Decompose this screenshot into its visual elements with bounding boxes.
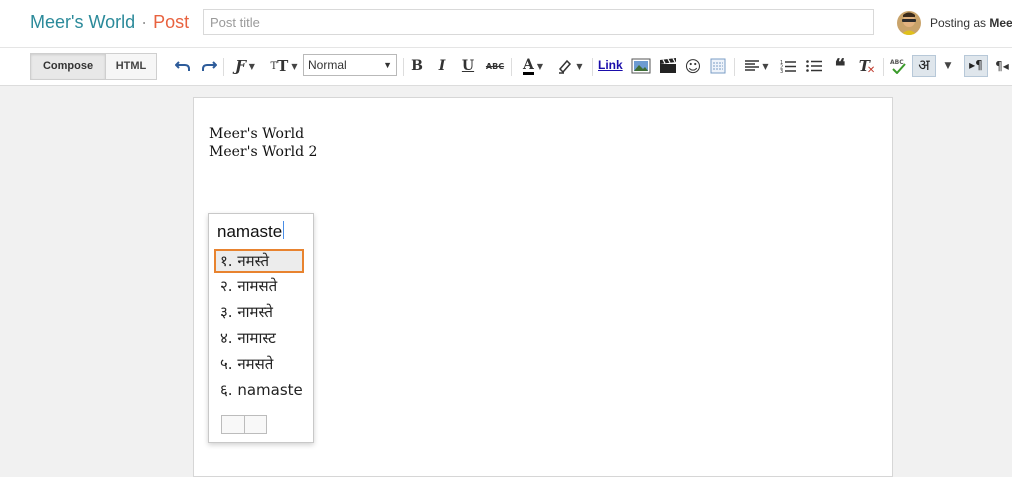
format-select-value: Normal <box>308 58 347 72</box>
link-button[interactable]: Link <box>598 58 623 72</box>
undo-icon[interactable] <box>174 56 192 76</box>
transliteration-popup: namaste १. नमस्ते २. नामसते ३. नामस्ते ४… <box>208 213 314 443</box>
italic-icon[interactable]: I <box>434 56 450 76</box>
bold-icon[interactable]: B <box>409 56 425 76</box>
text-color-icon[interactable]: A ▼ <box>517 56 549 76</box>
candidate-item[interactable]: ४. नामास्ट <box>214 327 304 351</box>
hindi-input-icon[interactable]: अ <box>912 55 936 77</box>
candidate-item[interactable]: ६. namaste <box>214 379 304 403</box>
editor-line[interactable]: Meer's World <box>209 126 304 142</box>
top-header: Meer's World ·Post Posting as Mee <box>0 0 1012 48</box>
quote-icon[interactable]: ❝ <box>830 54 850 78</box>
title-separator: · <box>141 12 148 32</box>
numbered-list-icon[interactable]: 123 <box>778 56 798 76</box>
brand[interactable]: Meer's World · Post <box>30 12 189 33</box>
blog-title[interactable]: Meer's World <box>30 12 135 32</box>
toolbar-divider <box>883 58 884 76</box>
spellcheck-icon[interactable]: ABC <box>888 56 908 76</box>
hindi-input-dropdown[interactable]: ▼ <box>940 56 956 76</box>
typed-word-text: namaste <box>217 222 283 241</box>
video-icon[interactable] <box>657 56 679 76</box>
html-mode-button[interactable]: HTML <box>105 53 157 80</box>
remove-format-icon[interactable]: T ✕ <box>856 56 878 76</box>
format-select[interactable]: Normal ▼ <box>303 54 397 76</box>
svg-text:ABC: ABC <box>890 59 904 66</box>
redo-icon[interactable] <box>200 56 218 76</box>
editor-line[interactable]: Meer's World 2 <box>209 144 317 160</box>
toolbar-divider <box>734 58 735 76</box>
avatar[interactable] <box>897 11 921 35</box>
emoji-icon[interactable]: ☺ <box>683 56 703 76</box>
underline-icon[interactable]: U <box>460 56 476 76</box>
compose-mode-button[interactable]: Compose <box>30 53 106 80</box>
toolbar-divider <box>223 58 224 76</box>
posting-as-prefix: Posting as <box>930 16 987 30</box>
ltr-icon[interactable]: ▸¶ <box>964 55 988 77</box>
typed-word[interactable]: namaste <box>217 221 285 242</box>
image-icon[interactable] <box>630 56 652 76</box>
editor-toolbar: Compose HTML Ƒ ▼ T T ▼ Normal ▼ B I U ABC A… <box>0 48 1012 86</box>
candidate-item[interactable]: १. नमस्ते <box>214 249 304 273</box>
candidate-item[interactable]: ५. नमसते <box>214 353 304 377</box>
previous-page-button[interactable] <box>221 415 244 434</box>
bulleted-list-icon[interactable] <box>804 56 824 76</box>
candidate-item[interactable]: २. नामसते <box>214 275 304 299</box>
highlight-icon[interactable]: ▼ <box>554 56 586 76</box>
next-page-button[interactable] <box>244 415 267 434</box>
jump-break-icon[interactable] <box>708 56 728 76</box>
candidate-item[interactable]: ३. नामस्ते <box>214 301 304 325</box>
posting-as-user[interactable]: Mee <box>989 16 1012 30</box>
align-icon[interactable]: ▼ <box>741 56 773 76</box>
toolbar-divider <box>511 58 512 76</box>
page-label: Post <box>153 12 190 32</box>
rtl-icon[interactable]: ¶◂ <box>993 56 1011 76</box>
posting-as[interactable]: Posting as Mee <box>930 16 1012 30</box>
toolbar-divider <box>403 58 404 76</box>
svg-text:3: 3 <box>780 69 783 73</box>
chevron-down-icon: ▼ <box>383 60 392 70</box>
text-cursor <box>283 221 285 239</box>
strikethrough-icon[interactable]: ABC <box>485 56 505 76</box>
font-icon[interactable]: Ƒ ▼ <box>230 56 260 76</box>
toolbar-divider <box>592 58 593 76</box>
font-size-icon[interactable]: T T ▼ <box>268 56 300 76</box>
post-title-input[interactable] <box>203 9 874 35</box>
